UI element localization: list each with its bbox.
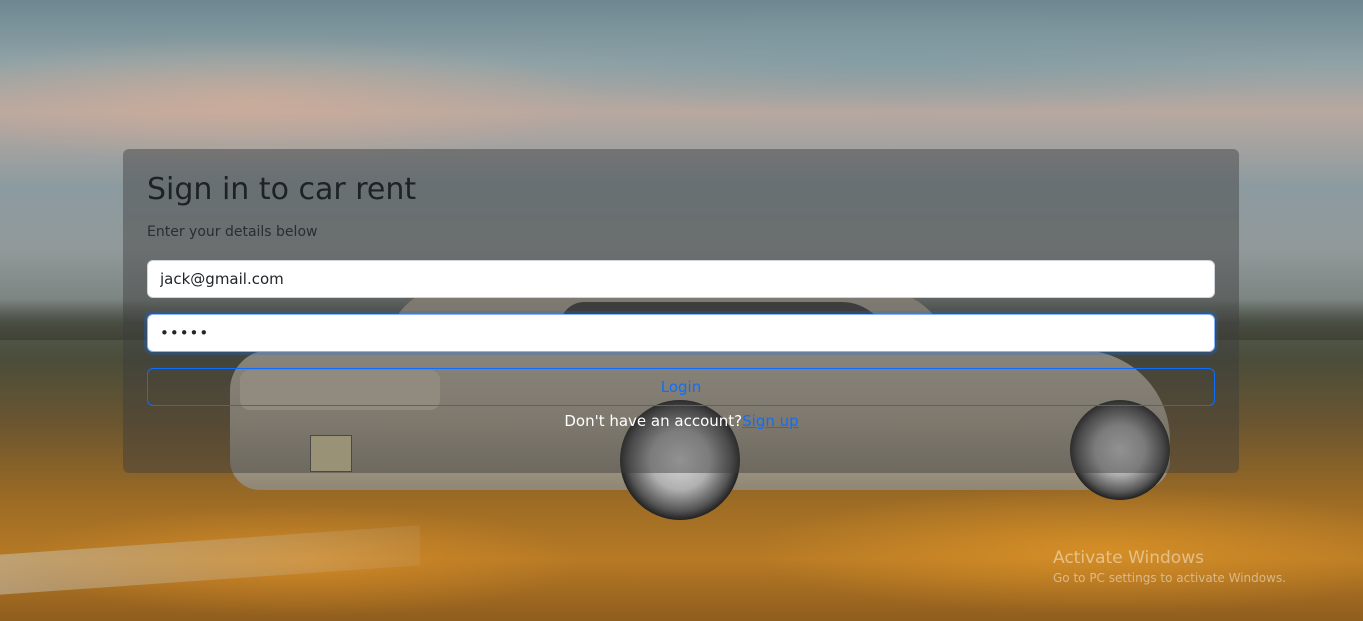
watermark-subtitle: Go to PC settings to activate Windows. [1053,571,1287,585]
watermark-title: Activate Windows [1053,548,1204,568]
password-field[interactable] [147,314,1215,352]
email-field[interactable] [147,260,1215,298]
signup-prompt: Don't have an account?Sign up [0,412,1363,430]
no-account-text: Don't have an account? [564,412,743,430]
windows-activation-watermark: Activate Windows Go to PC settings to ac… [1053,548,1286,585]
signup-link[interactable]: Sign up [742,412,799,430]
login-button[interactable]: Login [147,368,1215,406]
page-subtitle: Enter your details below [147,224,318,240]
page-title: Sign in to car rent [147,172,417,207]
